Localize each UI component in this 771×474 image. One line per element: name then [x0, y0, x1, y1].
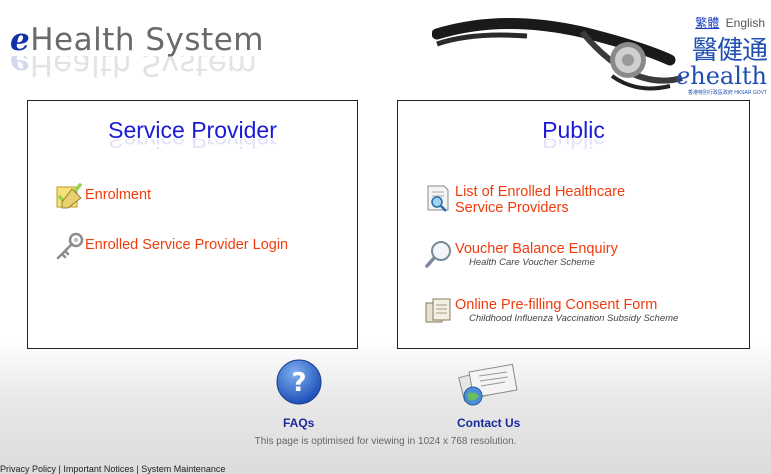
service-provider-title-reflection: Service Provider: [108, 139, 277, 153]
voucher-balance-enquiry-label: Voucher Balance Enquiry: [455, 241, 618, 257]
svg-text:?: ?: [291, 368, 306, 398]
key-icon: [56, 232, 84, 260]
logo-reflection: eHealth System: [10, 56, 257, 82]
header: eHealth System eHealth System 繁體 English…: [0, 0, 771, 100]
lang-english-link[interactable]: English: [726, 16, 765, 30]
language-switch: 繁體 English: [695, 14, 765, 31]
footer-separator: |: [58, 464, 61, 474]
privacy-policy-link[interactable]: Privacy Policy: [0, 464, 56, 474]
enrolment-link[interactable]: Enrolment: [54, 181, 151, 211]
enrolment-label: Enrolment: [85, 187, 152, 203]
voucher-balance-enquiry-link[interactable]: Voucher Balance Enquiry Health Care Vouc…: [424, 239, 618, 269]
public-title-reflection: Public: [542, 139, 605, 153]
consent-form-label: Online Pre-filling Consent Form: [455, 297, 658, 313]
ehealth-system-logo: eHealth System: [10, 22, 264, 58]
enrolled-providers-list-label: List of Enrolled Healthcare Service Prov…: [455, 184, 626, 216]
login-label: Enrolled Service Provider Login: [85, 237, 289, 253]
enrolled-provider-login-link[interactable]: Enrolled Service Provider Login: [54, 231, 288, 261]
brand-subtitle: 香港特別行政區政府 HKSAR GOVT: [687, 90, 767, 96]
forms-icon: [425, 298, 451, 323]
brand-ehealth-logo: ehealth: [676, 62, 767, 90]
magnifier-icon: [425, 241, 451, 268]
enrolled-providers-list-link[interactable]: List of Enrolled Healthcare Service Prov…: [424, 183, 675, 216]
logo-text: Health System: [30, 22, 264, 58]
logo-e-letter: e: [10, 22, 31, 58]
document-search-icon: [427, 185, 449, 212]
faq-help-icon[interactable]: ?: [275, 358, 323, 406]
contact-us-cards-icon[interactable]: [455, 358, 521, 408]
lang-traditional-chinese-link[interactable]: 繁體: [695, 16, 719, 30]
footer-separator: |: [136, 464, 139, 474]
faqs-link[interactable]: FAQs: [283, 416, 314, 430]
consent-form-link[interactable]: Online Pre-filling Consent Form Childhoo…: [424, 295, 678, 325]
important-notices-link[interactable]: Important Notices: [63, 464, 134, 474]
public-panel: Public Public List of Enrolled Healthcar…: [397, 100, 750, 349]
voucher-scheme-subtitle: Health Care Voucher Scheme: [469, 257, 595, 268]
stethoscope-banner-image: [432, 17, 683, 91]
service-provider-panel: Service Provider Service Provider Enrolm…: [27, 100, 358, 349]
resolution-notice: This page is optimised for viewing in 10…: [254, 436, 517, 447]
system-maintenance-link[interactable]: System Maintenance: [141, 464, 225, 474]
footer-links: Privacy Policy | Important Notices | Sys…: [0, 464, 225, 474]
contact-us-link[interactable]: Contact Us: [457, 416, 520, 430]
influenza-scheme-subtitle: Childhood Influenza Vaccination Subsidy …: [469, 313, 679, 324]
pencil-check-icon: [56, 183, 82, 209]
